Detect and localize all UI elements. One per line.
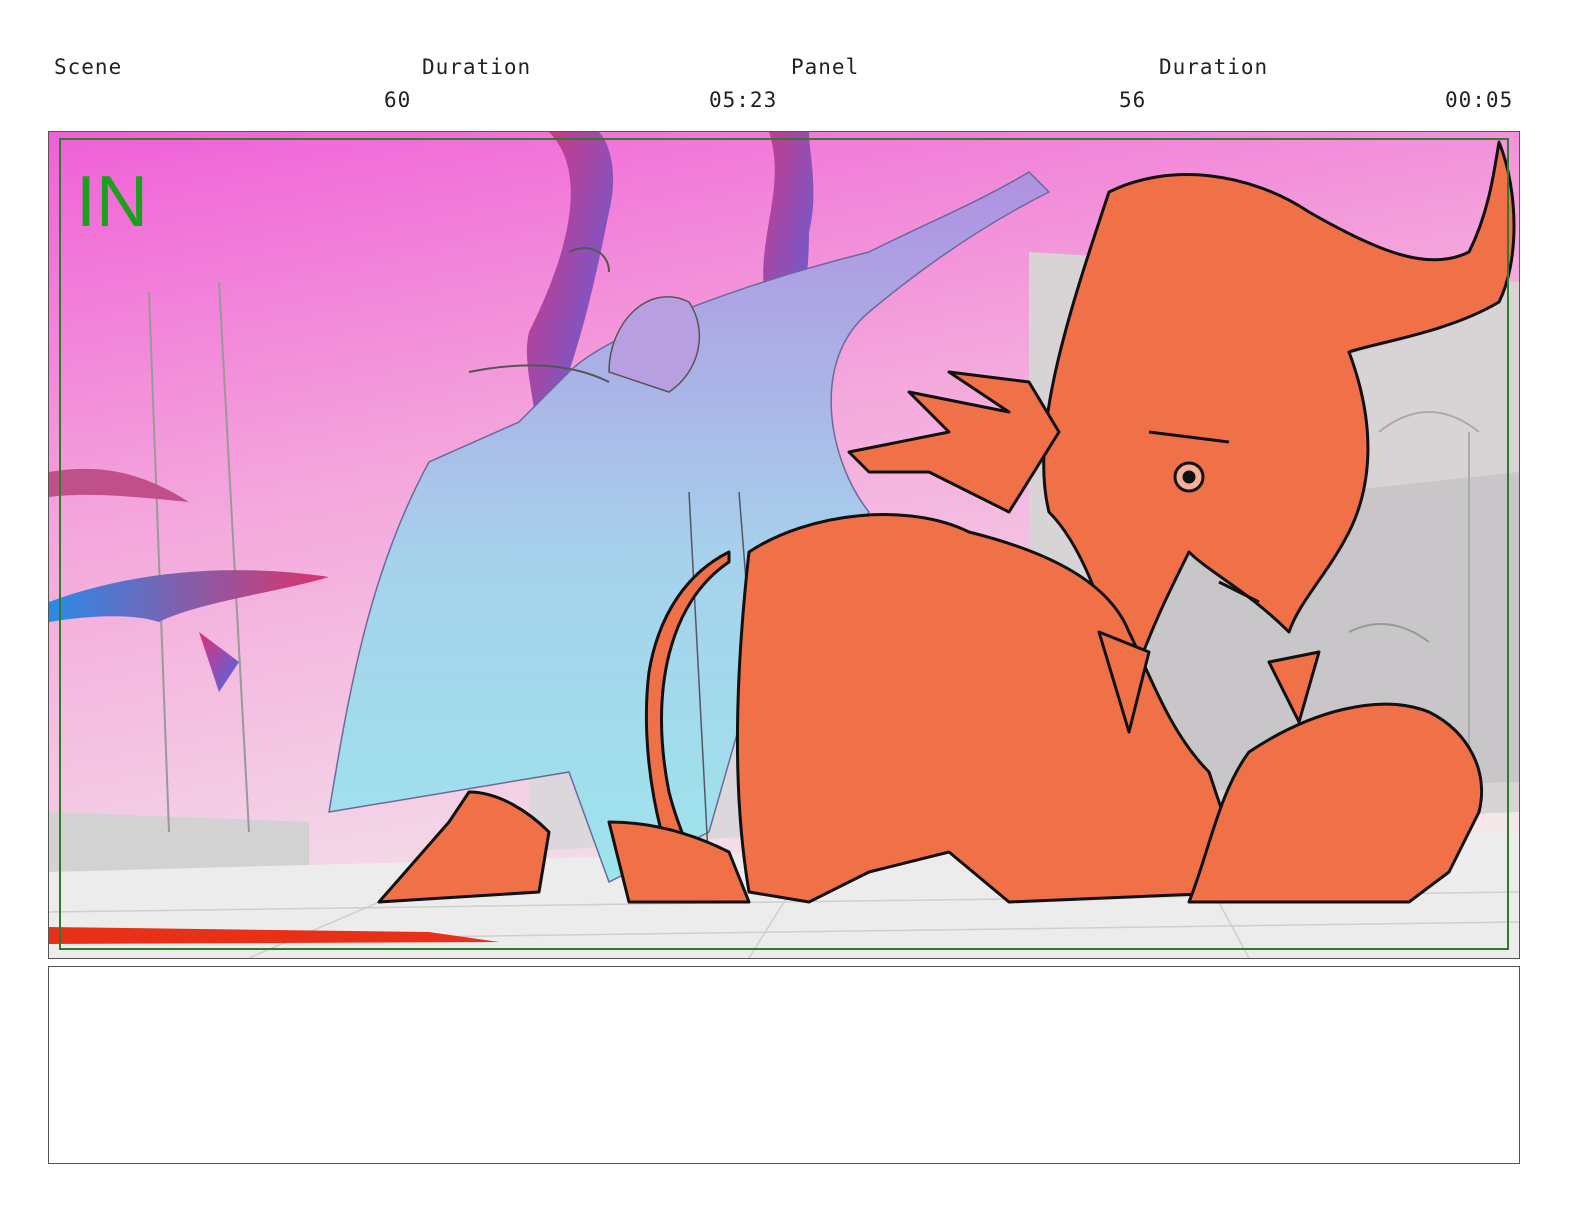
panel-notes-box[interactable] [48, 966, 1520, 1164]
scene-label: Scene [54, 55, 123, 79]
panel-number: 56 [1119, 88, 1147, 112]
panel-artwork: IN [49, 132, 1519, 958]
panel-duration-label: Duration [1159, 55, 1269, 79]
storyboard-panel: IN [48, 131, 1520, 959]
scene-duration-value: 05:23 [709, 88, 778, 112]
panel-duration-value: 00:05 [1445, 88, 1514, 112]
in-marker: IN [76, 162, 148, 242]
scene-number: 60 [384, 88, 412, 112]
scene-duration-label: Duration [422, 55, 532, 79]
panel-label: Panel [791, 55, 860, 79]
